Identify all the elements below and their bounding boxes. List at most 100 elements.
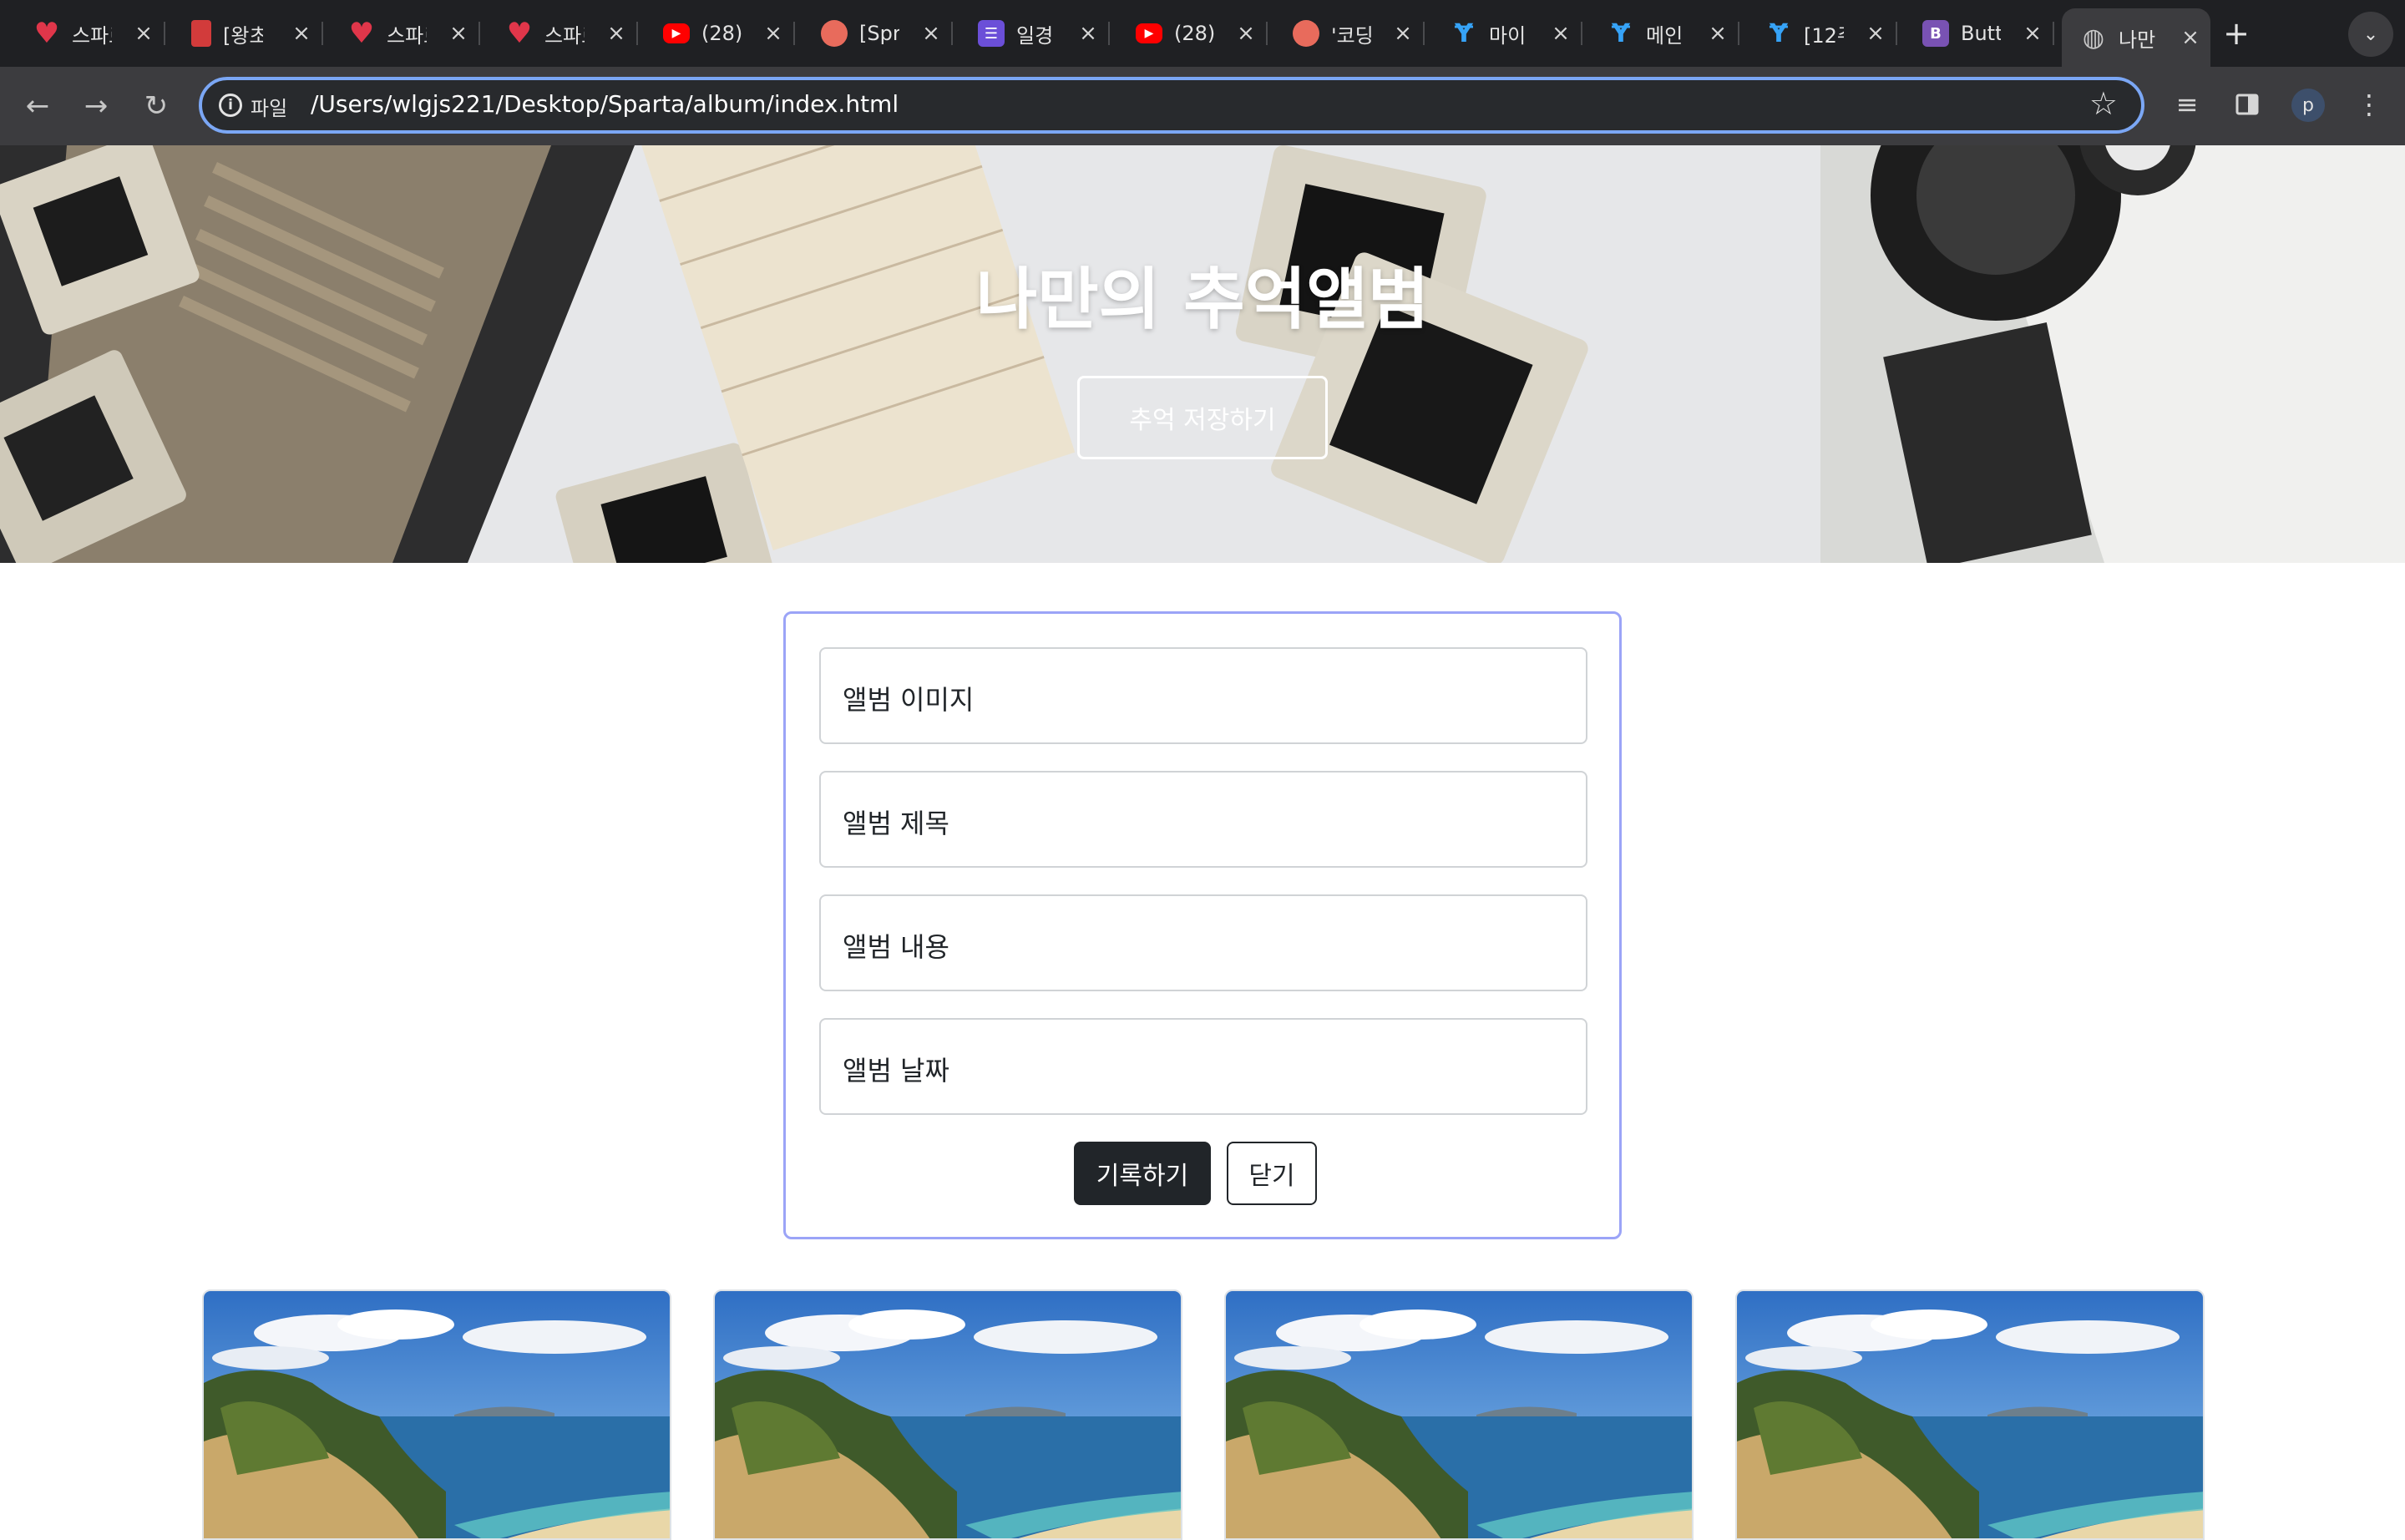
browser-tab[interactable]: [Spr ×: [803, 8, 953, 58]
tab-title: [왕초: [223, 23, 263, 48]
tab-title: [12주: [1804, 23, 1844, 48]
browser-tab[interactable]: ♥ 스파르 ×: [330, 8, 480, 58]
album-title-field[interactable]: 앨범 제목: [819, 771, 1587, 868]
tab-title: (28): [701, 22, 742, 45]
tab-separator: [793, 22, 795, 45]
album-title-label: 앨범 제목: [843, 808, 949, 839]
new-tab-button[interactable]: +: [2218, 15, 2255, 52]
browser-tab[interactable]: ☰ 일경 ×: [959, 8, 1110, 58]
velog-icon: Ɏ: [1770, 18, 1788, 48]
close-tab-icon[interactable]: ×: [1386, 17, 1420, 50]
reload-button[interactable]: ↻: [137, 87, 175, 125]
back-button[interactable]: ←: [18, 87, 57, 125]
album-card[interactable]: [202, 1289, 671, 1540]
album-date-field[interactable]: 앨범 날짜: [819, 1018, 1587, 1115]
browser-tab[interactable]: ♥ 스파르 ×: [15, 8, 165, 58]
album-content-label: 앨범 내용: [843, 931, 949, 963]
browser-tab[interactable]: ◍ 나만 ×: [2062, 8, 2210, 67]
tab-title: 마이: [1489, 23, 1527, 48]
album-card[interactable]: [713, 1289, 1182, 1540]
browser-tab[interactable]: [왕초 ×: [173, 8, 323, 58]
profile-avatar[interactable]: p: [2291, 89, 2325, 122]
browser-tab[interactable]: ▶ (28) ×: [1117, 8, 1268, 58]
close-tab-icon[interactable]: ×: [442, 17, 475, 50]
album-content-field[interactable]: 앨범 내용: [819, 894, 1587, 991]
close-tab-icon[interactable]: ×: [1229, 17, 1263, 50]
album-card[interactable]: [1224, 1289, 1694, 1540]
address-bar[interactable]: i 파일 /Users/wlgjs221/Desktop/Sparta/albu…: [199, 77, 2144, 134]
address-url[interactable]: /Users/wlgjs221/Desktop/Sparta/album/ind…: [311, 90, 899, 118]
chevron-down-icon: ⌄: [2362, 23, 2379, 45]
tab-separator: [478, 22, 480, 45]
tab-separator: [164, 22, 165, 45]
velog-icon: Ɏ: [1455, 18, 1473, 48]
youtube-icon: ▶: [663, 23, 690, 43]
info-icon[interactable]: i: [219, 94, 242, 117]
album-card-image: [1226, 1291, 1692, 1538]
tab-separator: [1738, 22, 1739, 45]
notion-list-icon: ☰: [978, 20, 1005, 47]
save-memory-button[interactable]: 추억 저장하기: [1077, 376, 1328, 459]
album-card[interactable]: [1735, 1289, 2205, 1540]
close-tab-icon[interactable]: ×: [2016, 17, 2049, 50]
tab-title: 메인: [1646, 23, 1684, 48]
address-scheme-label: 파일: [251, 97, 288, 120]
tab-title: 스파르: [72, 23, 112, 48]
browser-tab[interactable]: Ɏ 메인 ×: [1589, 8, 1739, 58]
album-card-image: [1737, 1291, 2203, 1538]
tab-separator: [636, 22, 638, 45]
close-tab-icon[interactable]: ×: [914, 17, 948, 50]
velog-icon: Ɏ: [1612, 18, 1630, 48]
close-tab-icon[interactable]: ×: [1544, 17, 1577, 50]
hero-banner: 나만의 추억앨범 추억 저장하기: [0, 145, 2405, 563]
tab-title: 나만: [2119, 28, 2156, 52]
tab-title: 스파르: [387, 23, 427, 48]
media-controls-icon[interactable]: ≡: [2168, 85, 2206, 124]
album-card-image: [204, 1291, 670, 1538]
browser-tab[interactable]: Ɏ [12주 ×: [1747, 8, 1897, 58]
album-form-card: 앨범 이미지 앨범 제목 앨범 내용 앨범 날짜 기록하기 닫기: [783, 611, 1622, 1239]
close-tab-icon[interactable]: ×: [2174, 21, 2207, 54]
close-form-button[interactable]: 닫기: [1227, 1142, 1317, 1205]
browser-tab[interactable]: Ɏ 마이 ×: [1432, 8, 1582, 58]
close-tab-icon[interactable]: ×: [757, 17, 790, 50]
globe-icon: ◍: [2082, 23, 2105, 53]
tab-separator: [1108, 22, 1110, 45]
close-tab-icon[interactable]: ×: [600, 17, 633, 50]
hero-title: 나만의 추억앨범: [975, 261, 1430, 338]
browser-tab-strip: ♥ 스파르 × [왕초 × ♥ 스파르 × ♥ 스파르 × ▶ (28) × [Spr × ☰ 일경 × ▶ (28) ×…: [0, 0, 2405, 67]
tab-title: 스파르: [544, 23, 585, 48]
kebab-menu-icon[interactable]: ⋮: [2350, 85, 2388, 124]
submit-record-button[interactable]: 기록하기: [1074, 1142, 1211, 1205]
browser-tab[interactable]: B Butt ×: [1904, 8, 2054, 58]
sparta-circle-icon: [1293, 20, 1319, 47]
sparta-heart-icon: ♥: [348, 17, 375, 50]
close-tab-icon[interactable]: ×: [1071, 17, 1105, 50]
browser-tab[interactable]: '코딩 ×: [1274, 8, 1425, 58]
album-card-image: [715, 1291, 1181, 1538]
tab-separator: [1423, 22, 1425, 45]
tab-separator: [1581, 22, 1582, 45]
bookmark-star-icon[interactable]: ☆: [2089, 85, 2118, 122]
bootstrap-icon: B: [1922, 20, 1949, 47]
tab-search-button[interactable]: ⌄: [2348, 12, 2393, 57]
close-tab-icon[interactable]: ×: [127, 17, 160, 50]
close-tab-icon[interactable]: ×: [1701, 17, 1734, 50]
youtube-icon: ▶: [1136, 23, 1162, 43]
browser-tab[interactable]: ♥ 스파르 ×: [488, 8, 638, 58]
album-image-field[interactable]: 앨범 이미지: [819, 647, 1587, 744]
arrow-right-icon: →: [84, 89, 109, 123]
side-panel-icon[interactable]: [2228, 85, 2266, 124]
album-image-label: 앨범 이미지: [843, 684, 975, 716]
tab-title: Butt: [1961, 22, 2001, 45]
forward-button[interactable]: →: [77, 87, 115, 125]
sparta-heart-icon: ♥: [506, 17, 533, 50]
tab-title: [Spr: [859, 22, 899, 45]
album-date-label: 앨범 날짜: [843, 1055, 949, 1087]
tab-separator: [951, 22, 953, 45]
close-tab-icon[interactable]: ×: [1859, 17, 1892, 50]
close-tab-icon[interactable]: ×: [285, 17, 318, 50]
browser-tab[interactable]: ▶ (28) ×: [645, 8, 795, 58]
book-icon: [191, 20, 211, 47]
tab-title: '코딩: [1331, 23, 1371, 48]
